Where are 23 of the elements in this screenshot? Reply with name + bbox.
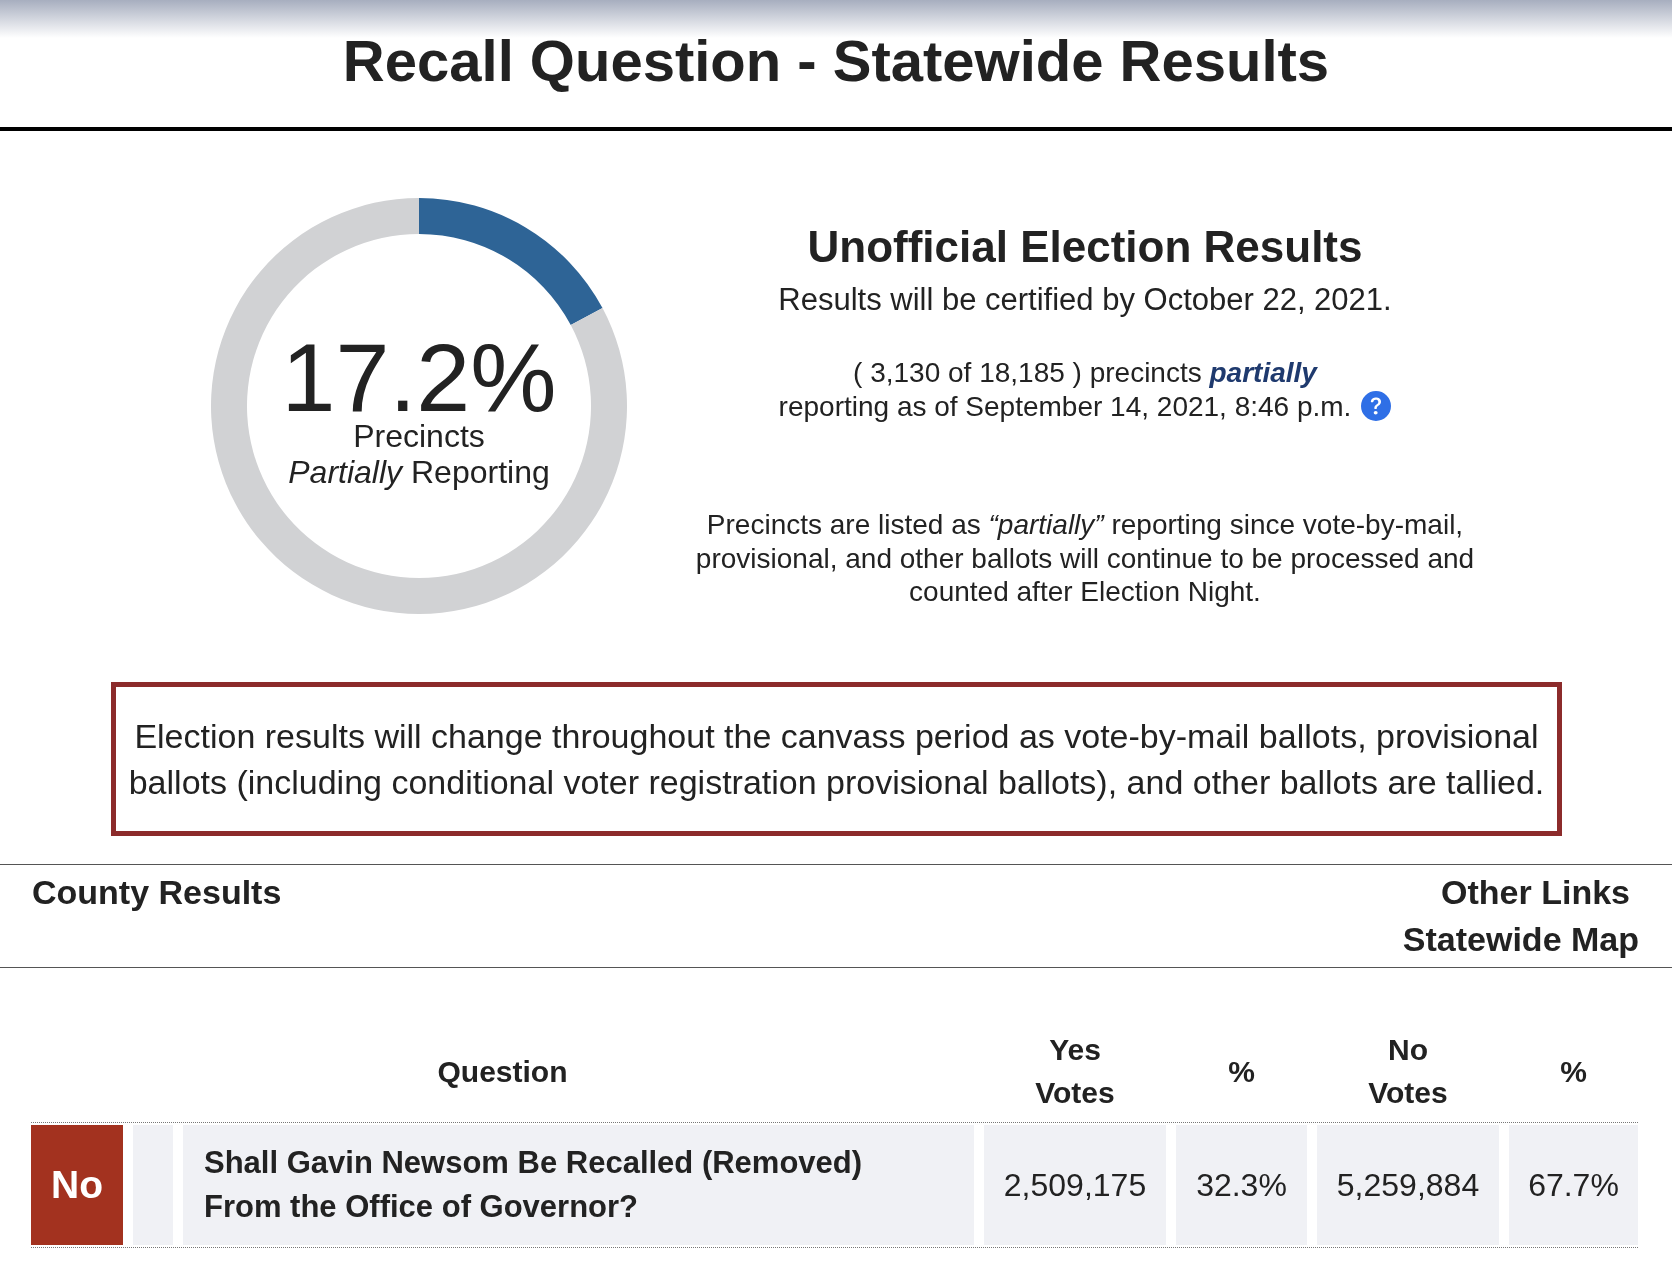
notice-text: Election results will change throughout the canvass period as vote-by-mail ballots, provisional ballots (including conditional voter registration provisional ballots), and other ballots are tallied. <box>128 716 1545 803</box>
column-header: % <box>1228 1053 1255 1090</box>
table-cell: 67.7% <box>1509 1125 1638 1245</box>
column-header: Question <box>437 1053 568 1090</box>
column-header: No Votes <box>1367 1032 1449 1111</box>
county-results-link[interactable]: County Results <box>32 872 282 912</box>
other-links-heading: Other Links <box>1441 872 1630 912</box>
question-cell: Shall Gavin Newsom Be Recalled (Removed) From the Office of Governor? <box>183 1125 974 1245</box>
table-cell: 5,259,884 <box>1317 1125 1499 1245</box>
reporting-note: Precincts are listed as “partially” reporting since vote-by-mail, provisional, and other ballots will continue to be processed and counted after Election Night. <box>695 508 1475 609</box>
gauge-caption: Partially Reporting <box>288 454 550 490</box>
gauge-caption: Precincts <box>353 418 485 454</box>
reporting-status: ( 3,130 of 18,185 ) precincts partially reporting as of September 14, 2021, 8:46 p.m. <box>778 357 1352 422</box>
column-header: Yes Votes <box>1034 1032 1116 1111</box>
column-header: % <box>1560 1053 1587 1090</box>
table-cell: 2,509,175 <box>984 1125 1166 1245</box>
statewide-map-link[interactable]: Statewide Map <box>1402 919 1639 959</box>
outcome-badge: No <box>31 1125 123 1245</box>
help-icon[interactable] <box>1361 391 1392 421</box>
certification-date: Results will be certified by October 22, 2021. <box>778 281 1392 319</box>
table-cell: 32.3% <box>1176 1125 1307 1245</box>
page-title: Recall Question - Statewide Results <box>342 29 1330 93</box>
results-heading: Unofficial Election Results <box>807 221 1363 273</box>
